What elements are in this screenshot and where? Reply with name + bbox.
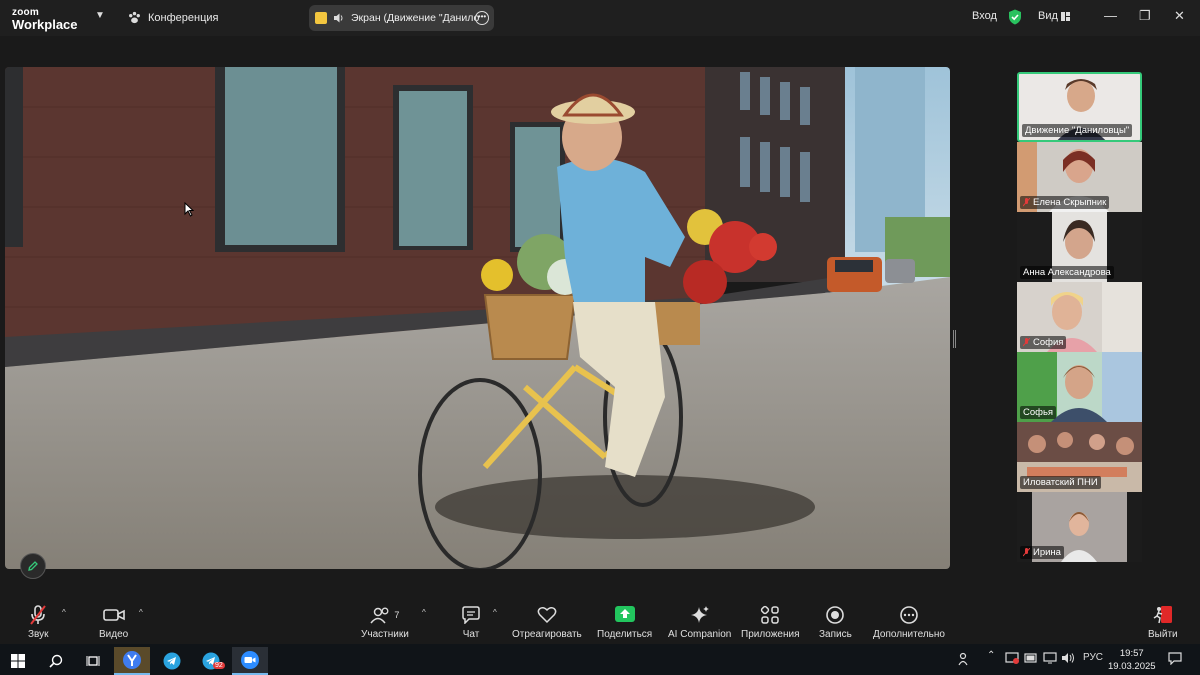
network-warning-icon[interactable] <box>1005 652 1019 664</box>
participant-name: Движение "Даниловцы" <box>1022 124 1133 137</box>
windows-taskbar: 92 ⌃ РУС 19:57 19.03.2025 <box>0 644 1200 675</box>
record-button[interactable]: Запись <box>819 604 852 640</box>
participants-gallery: Движение "Даниловцы" Елена Скрыпник Анна… <box>1017 72 1142 562</box>
audio-button[interactable]: Звук <box>28 604 49 640</box>
yandex-browser-app[interactable] <box>114 647 150 675</box>
participant-tile[interactable]: София <box>1017 282 1142 352</box>
participants-icon <box>370 607 389 624</box>
participants-button[interactable]: 7 Участники <box>361 604 409 640</box>
mic-muted-icon <box>1023 198 1030 207</box>
screen-share-indicator[interactable]: Экран (Движение "Данило ••• <box>309 5 494 31</box>
battery-icon[interactable] <box>1024 652 1038 664</box>
participant-tile[interactable]: Движение "Даниловцы" <box>1017 72 1142 142</box>
telegram-icon <box>163 652 181 670</box>
task-view-icon <box>86 656 100 666</box>
ai-companion-button[interactable]: AI Companion <box>668 604 731 640</box>
participants-count: 7 <box>394 610 400 620</box>
participant-name: Иловатский ПНИ <box>1020 476 1101 489</box>
share-screen-button[interactable]: Поделиться <box>597 604 652 640</box>
apps-icon <box>761 605 779 624</box>
participant-tile[interactable]: Иловатский ПНИ <box>1017 422 1142 492</box>
participants-options-caret[interactable]: ^ <box>422 608 426 617</box>
view-button[interactable]: Вид <box>1038 10 1058 22</box>
participant-tile[interactable]: Анна Александрова <box>1017 212 1142 282</box>
exit-icon <box>1153 606 1172 624</box>
shield-icon[interactable] <box>1008 9 1022 25</box>
mouse-cursor-icon <box>184 202 194 217</box>
signin-link[interactable]: Вход <box>972 10 997 22</box>
audio-options-caret[interactable]: ^ <box>62 608 66 617</box>
participant-name: София <box>1020 336 1067 349</box>
share-screen-icon <box>614 606 635 622</box>
participant-name: Анна Александрова <box>1020 266 1114 279</box>
language-indicator[interactable]: РУС <box>1083 652 1103 663</box>
chevron-down-icon[interactable]: ▼ <box>95 10 105 21</box>
paw-icon <box>129 11 140 24</box>
participant-name: Ирина <box>1020 546 1064 559</box>
meeting-label: Конференция <box>148 11 219 24</box>
share-source-icon <box>315 12 327 24</box>
annotate-button[interactable] <box>20 553 46 579</box>
system-clock[interactable]: 19:57 19.03.2025 <box>1108 647 1156 673</box>
more-options-icon[interactable]: ••• <box>475 11 489 25</box>
apps-button[interactable]: Приложения <box>741 604 800 640</box>
participant-tile[interactable]: Ирина <box>1017 492 1142 562</box>
participant-name: Елена Скрыпник <box>1020 196 1110 209</box>
participant-tile[interactable]: Елена Скрыпник <box>1017 142 1142 212</box>
camera-icon <box>102 609 125 621</box>
yandex-icon <box>123 651 141 669</box>
close-button[interactable]: ✕ <box>1174 8 1185 24</box>
speaker-icon <box>334 13 343 23</box>
clock-time: 19:57 <box>1119 648 1144 659</box>
video-frame <box>5 67 950 569</box>
people-icon[interactable] <box>958 652 972 666</box>
sparkle-icon <box>690 606 709 623</box>
chat-icon <box>462 606 480 624</box>
grid-view-icon[interactable] <box>1061 12 1070 21</box>
telegram-app-2[interactable]: 92 <box>193 647 229 675</box>
mic-muted-icon <box>1023 548 1030 557</box>
zoom-logo: zoom Workplace <box>12 7 78 32</box>
zoom-icon <box>241 651 259 669</box>
chevron-up-icon[interactable]: ⌃ <box>987 650 995 661</box>
ellipsis-icon <box>900 606 918 624</box>
panel-resize-handle[interactable] <box>953 330 956 348</box>
display-icon[interactable] <box>1043 652 1057 664</box>
chat-options-caret[interactable]: ^ <box>493 608 497 617</box>
share-pill-text: Экран (Движение "Данило <box>351 12 480 24</box>
react-button[interactable]: Отреагировать <box>512 604 582 640</box>
pencil-icon <box>28 561 38 571</box>
participant-name: Софья <box>1020 406 1057 419</box>
record-icon <box>826 606 845 624</box>
clock-date: 19.03.2025 <box>1108 661 1156 672</box>
search-button[interactable] <box>38 647 74 675</box>
chat-button[interactable]: Чат <box>461 604 481 640</box>
heart-icon <box>537 607 557 624</box>
telegram-app[interactable] <box>154 647 190 675</box>
unread-badge: 92 <box>213 662 225 669</box>
meeting-controls-bar: Звук ^ Видео ^ 7 Участники ^ Чат ^ Отреа… <box>0 598 1200 644</box>
shared-screen-video[interactable] <box>5 67 950 569</box>
meeting-info-button[interactable]: Конференция <box>127 10 218 25</box>
task-view-button[interactable] <box>75 647 111 675</box>
participant-tile[interactable]: Софья <box>1017 352 1142 422</box>
mic-muted-icon <box>30 605 47 625</box>
more-button[interactable]: Дополнительно <box>873 604 945 640</box>
leave-button[interactable]: Выйти <box>1148 604 1178 640</box>
minimize-button[interactable]: — <box>1104 8 1117 23</box>
search-icon <box>49 654 63 668</box>
volume-icon[interactable] <box>1061 652 1075 664</box>
windows-logo-icon <box>11 654 25 668</box>
start-button[interactable] <box>0 647 36 675</box>
notifications-icon[interactable] <box>1168 652 1182 665</box>
video-options-caret[interactable]: ^ <box>139 608 143 617</box>
video-button[interactable]: Видео <box>99 604 128 640</box>
title-bar: zoom Workplace ▼ Конференция Экран (Движ… <box>0 0 1200 36</box>
restore-button[interactable]: ❐ <box>1139 8 1151 24</box>
zoom-app[interactable] <box>232 647 268 675</box>
mic-muted-icon <box>1023 338 1030 347</box>
